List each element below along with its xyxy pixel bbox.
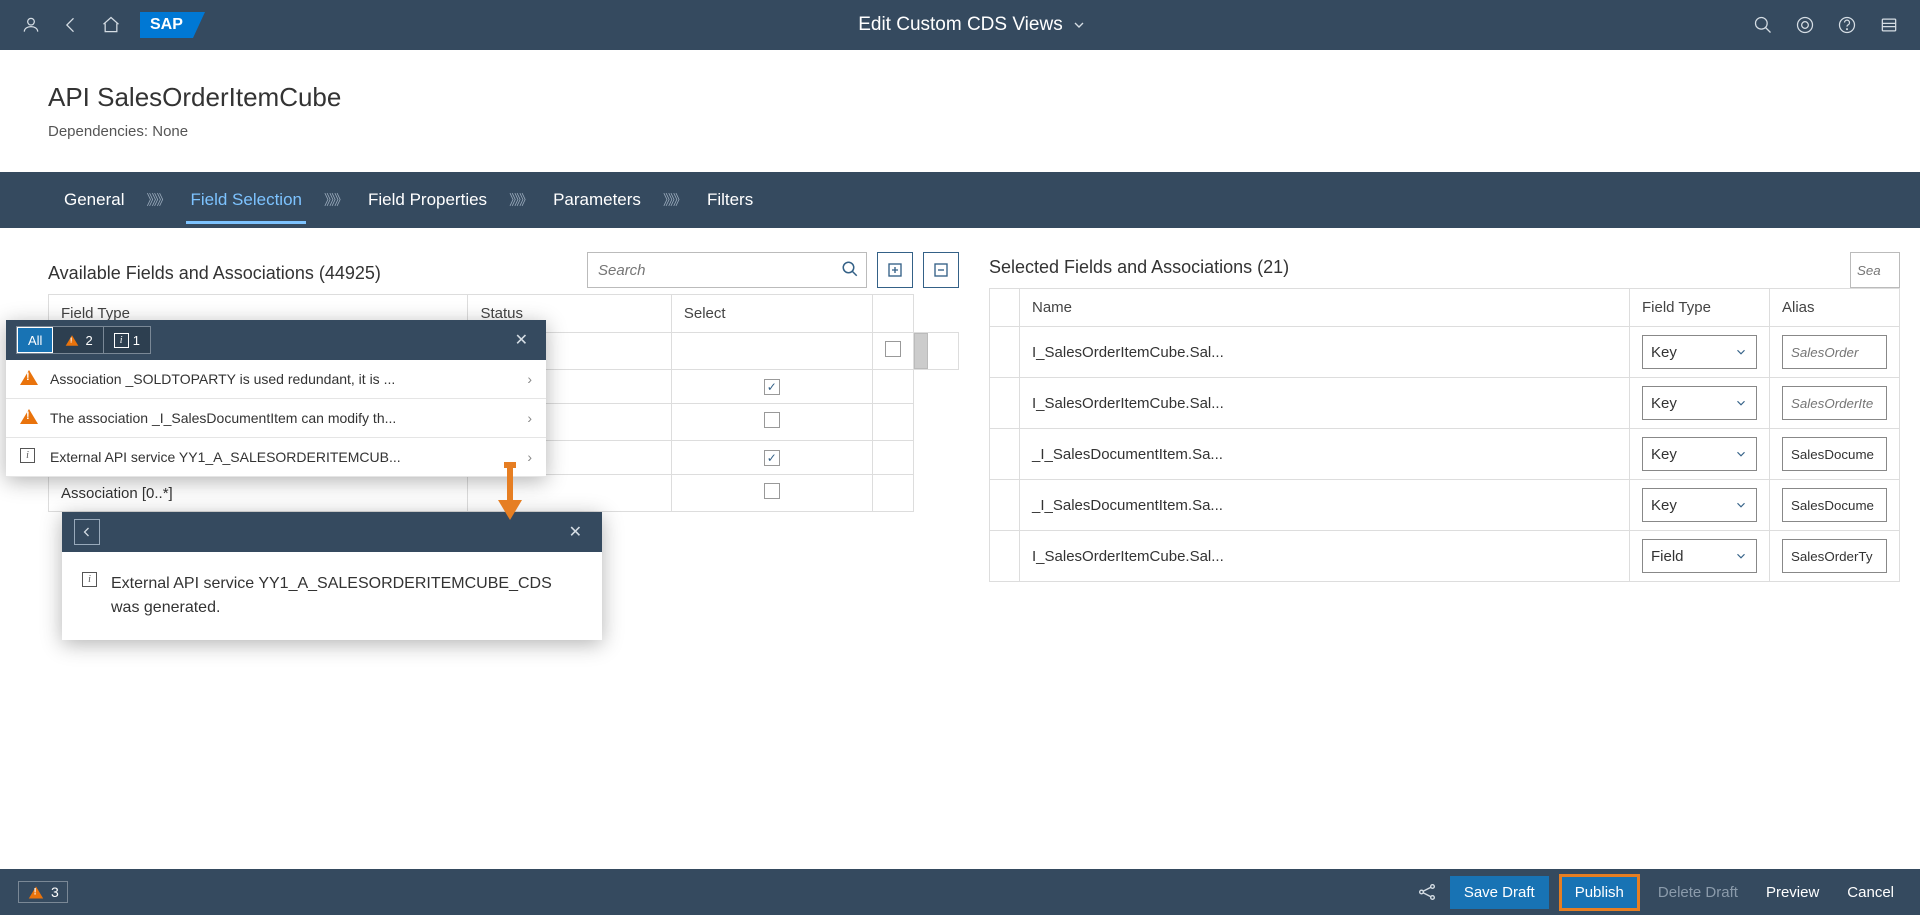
msg-filter-all[interactable]: All (17, 327, 53, 353)
warning-icon (20, 409, 38, 424)
select-checkbox[interactable] (885, 341, 901, 357)
shell-title: Edit Custom CDS Views (858, 14, 1063, 36)
help-icon[interactable] (1836, 14, 1858, 36)
field-type-select[interactable]: Key (1642, 437, 1757, 471)
tab-separator: 》》》 (509, 190, 531, 210)
page-title: API SalesOrderItemCube (48, 82, 1872, 113)
available-fields-title: Available Fields and Associations (44925… (48, 263, 381, 284)
tab-separator: 》》》 (324, 190, 346, 210)
alias-input[interactable] (1782, 437, 1887, 471)
selected-fields-table: Name Field Type Alias I_SalesOrderItemCu… (989, 288, 1900, 582)
field-type-select[interactable]: Key (1642, 386, 1757, 420)
msg-filter-warn[interactable]: 2 (53, 327, 103, 353)
expand-button[interactable] (877, 252, 913, 288)
search-input-right[interactable] (1850, 252, 1900, 288)
table-row[interactable]: Association [0..*] (49, 475, 959, 512)
sap-logo: SAP (140, 12, 193, 38)
alias-input[interactable] (1782, 335, 1887, 369)
col-alias: Alias (1770, 289, 1900, 327)
select-checkbox[interactable] (764, 483, 780, 499)
table-row[interactable]: I_SalesOrderItemCube.Sal... Key (990, 378, 1900, 429)
copilot-icon[interactable] (1794, 14, 1816, 36)
shell-bar: SAP Edit Custom CDS Views (0, 0, 1920, 50)
back-button[interactable] (74, 519, 100, 545)
publish-button[interactable]: Publish (1561, 876, 1638, 909)
close-icon[interactable]: ✕ (507, 326, 536, 354)
delete-draft-button[interactable]: Delete Draft (1650, 878, 1746, 907)
page-header: API SalesOrderItemCube Dependencies: Non… (0, 50, 1920, 156)
info-icon: i (82, 572, 97, 587)
message-item[interactable]: Association _SOLDTOPARTY is used redunda… (6, 360, 546, 399)
alias-input[interactable] (1782, 539, 1887, 573)
cancel-button[interactable]: Cancel (1839, 878, 1902, 907)
msg-filter-info[interactable]: i1 (104, 327, 150, 353)
table-row[interactable]: I_SalesOrderItemCube.Sal... Field (990, 531, 1900, 582)
alias-input[interactable] (1782, 488, 1887, 522)
table-row[interactable]: I_SalesOrderItemCube.Sal... Key (990, 327, 1900, 378)
chevron-right-icon: › (527, 371, 532, 387)
search-icon (841, 260, 859, 278)
chevron-right-icon: › (527, 410, 532, 426)
message-detail-popover: ✕ i External API service YY1_A_SALESORDE… (62, 512, 602, 640)
tab-separator: 》》》 (663, 190, 685, 210)
select-checkbox[interactable] (764, 379, 780, 395)
home-icon[interactable] (100, 14, 122, 36)
field-type-select[interactable]: Field (1642, 539, 1757, 573)
tab-parameters[interactable]: Parameters (549, 176, 645, 224)
scrollbar[interactable] (914, 333, 928, 369)
collapse-button[interactable] (923, 252, 959, 288)
preview-button[interactable]: Preview (1758, 878, 1827, 907)
select-checkbox[interactable] (764, 450, 780, 466)
message-count-button[interactable]: 3 (18, 881, 68, 903)
tab-filters[interactable]: Filters (703, 176, 757, 224)
table-row[interactable]: _I_SalesDocumentItem.Sa... Key (990, 480, 1900, 531)
message-detail-text: External API service YY1_A_SALESORDERITE… (111, 572, 582, 620)
field-type-select[interactable]: Key (1642, 488, 1757, 522)
search-icon[interactable] (1752, 14, 1774, 36)
table-row[interactable]: _I_SalesDocumentItem.Sa... Key (990, 429, 1900, 480)
search-input[interactable] (587, 252, 867, 288)
footer-bar: 3 Save Draft Publish Delete Draft Previe… (0, 869, 1920, 915)
tab-bar: General 》》》 Field Selection 》》》 Field Pr… (0, 172, 1920, 228)
save-draft-button[interactable]: Save Draft (1450, 876, 1549, 909)
alias-input[interactable] (1782, 386, 1887, 420)
tab-field-selection[interactable]: Field Selection (186, 176, 306, 224)
page-dependencies: Dependencies: None (48, 123, 1872, 140)
back-icon[interactable] (60, 14, 82, 36)
info-icon: i (20, 448, 35, 463)
col-name: Name (1020, 289, 1630, 327)
warning-icon (20, 370, 38, 385)
chevron-right-icon: › (527, 449, 532, 465)
field-type-select[interactable]: Key (1642, 335, 1757, 369)
message-item[interactable]: The association _I_SalesDocumentItem can… (6, 399, 546, 438)
tab-general[interactable]: General (60, 176, 128, 224)
tab-separator: 》》》 (146, 190, 168, 210)
tab-field-properties[interactable]: Field Properties (364, 176, 491, 224)
col-select: Select (671, 295, 872, 333)
share-icon[interactable] (1416, 881, 1438, 903)
select-checkbox[interactable] (764, 412, 780, 428)
user-icon[interactable] (20, 14, 42, 36)
close-icon[interactable]: ✕ (561, 518, 590, 546)
selected-fields-title: Selected Fields and Associations (21) (989, 257, 1289, 278)
col-field-type: Field Type (1630, 289, 1770, 327)
message-popover: All 2 i1 ✕ Association _SOLDTOPARTY is u… (6, 320, 546, 477)
menu-icon[interactable] (1878, 14, 1900, 36)
message-item[interactable]: i External API service YY1_A_SALESORDERI… (6, 438, 546, 477)
